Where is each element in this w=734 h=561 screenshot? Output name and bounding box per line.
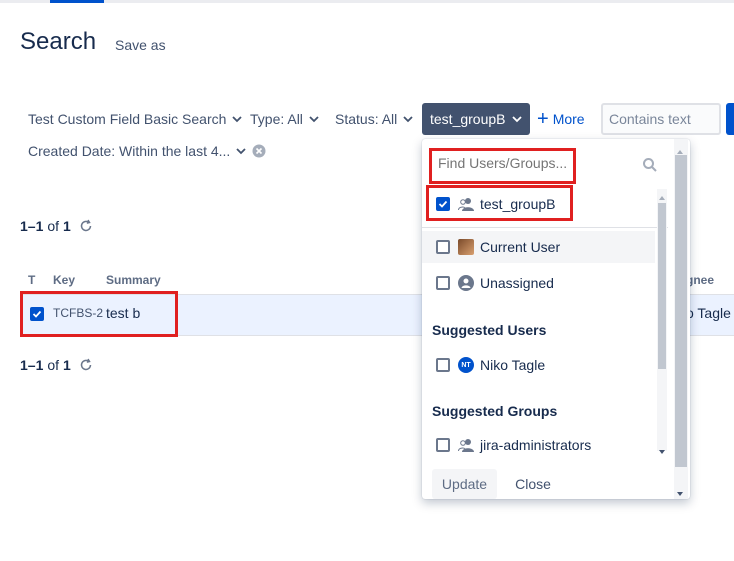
scroll-up-arrow-icon[interactable] — [676, 143, 684, 154]
chevron-down-icon — [309, 114, 319, 124]
results-range: 1–1 — [20, 357, 44, 373]
search-icon — [642, 157, 658, 173]
checkbox[interactable] — [436, 240, 450, 254]
suggested-groups-heading: Suggested Groups — [432, 403, 558, 419]
results-of: of — [47, 357, 60, 373]
created-date-filter-label: Created Date: Within the last 4... — [28, 143, 231, 159]
chevron-down-icon — [403, 114, 413, 124]
highlight-box-row — [20, 291, 178, 337]
plus-icon: + — [537, 108, 549, 130]
highlight-box-selected-group — [426, 185, 573, 221]
results-of: of — [47, 218, 60, 234]
status-filter[interactable]: Status: All — [335, 103, 413, 135]
dropdown-divider — [422, 227, 668, 228]
top-nav-border — [0, 0, 734, 3]
close-button[interactable]: Close — [506, 469, 560, 499]
more-filters-label: More — [552, 111, 585, 127]
dropdown-scrollbar-thumb[interactable] — [675, 155, 687, 467]
top-nav-active-indicator — [50, 0, 104, 3]
dropdown-item-unassigned[interactable]: Unassigned — [422, 267, 655, 299]
update-button[interactable]: Update — [432, 469, 497, 499]
type-filter[interactable]: Type: All — [250, 103, 319, 135]
results-count: 1–1 of 1 — [20, 218, 93, 234]
column-header-assignee[interactable]: gnee — [686, 273, 714, 287]
suggested-users-heading: Suggested Users — [432, 322, 547, 338]
save-as-link[interactable]: Save as — [115, 37, 166, 53]
user-avatar-icon — [458, 239, 474, 255]
checkbox[interactable] — [436, 276, 450, 290]
chevron-down-icon — [511, 114, 522, 124]
group-filter-button[interactable]: test_groupB — [422, 103, 530, 135]
list-scrollbar-thumb[interactable] — [658, 203, 666, 369]
group-filter-label: test_groupB — [430, 111, 506, 127]
dropdown-item-niko-tagle[interactable]: NT Niko Tagle — [422, 349, 655, 381]
dropdown-item-jira-administrators[interactable]: jira-administrators — [422, 429, 655, 461]
chevron-down-icon — [236, 146, 246, 156]
page-title: Search — [20, 28, 97, 55]
dropdown-item-label: jira-administrators — [480, 437, 592, 453]
dropdown-item-label: Current User — [480, 239, 561, 255]
scroll-up-arrow-icon[interactable] — [658, 189, 666, 200]
results-count-bottom: 1–1 of 1 — [20, 357, 93, 373]
chevron-down-icon — [232, 114, 243, 124]
clear-filter-icon[interactable] — [252, 144, 266, 158]
contains-text-input[interactable] — [601, 103, 721, 135]
refresh-icon[interactable] — [79, 219, 93, 233]
more-filters-button[interactable]: + More — [537, 103, 585, 135]
avatar: NT — [458, 357, 474, 373]
scroll-down-arrow-icon[interactable] — [676, 485, 684, 496]
group-icon — [458, 437, 474, 453]
scroll-down-arrow-icon[interactable] — [658, 443, 666, 454]
dropdown-item-label: Niko Tagle — [480, 357, 546, 373]
project-filter-label: Test Custom Field Basic Search — [28, 111, 227, 127]
dropdown-item-current-user[interactable]: Current User — [422, 231, 655, 263]
issue-assignee: o Tagle — [686, 305, 731, 321]
checkbox[interactable] — [436, 358, 450, 372]
unassigned-user-icon — [458, 275, 474, 291]
search-button[interactable] — [726, 103, 734, 135]
results-total: 1 — [63, 357, 71, 373]
type-filter-label: Type: All — [250, 111, 303, 127]
column-header-key[interactable]: Key — [53, 273, 75, 287]
refresh-icon[interactable] — [79, 358, 93, 372]
results-range: 1–1 — [20, 218, 44, 234]
status-filter-label: Status: All — [335, 111, 398, 127]
results-total: 1 — [63, 218, 71, 234]
column-header-summary[interactable]: Summary — [106, 273, 161, 287]
column-header-type: T — [28, 273, 36, 287]
checkbox[interactable] — [436, 438, 450, 452]
dropdown-item-label: Unassigned — [480, 275, 554, 291]
project-filter[interactable]: Test Custom Field Basic Search — [28, 103, 243, 135]
highlight-box-search — [429, 148, 576, 184]
created-date-filter[interactable]: Created Date: Within the last 4... — [28, 140, 266, 162]
